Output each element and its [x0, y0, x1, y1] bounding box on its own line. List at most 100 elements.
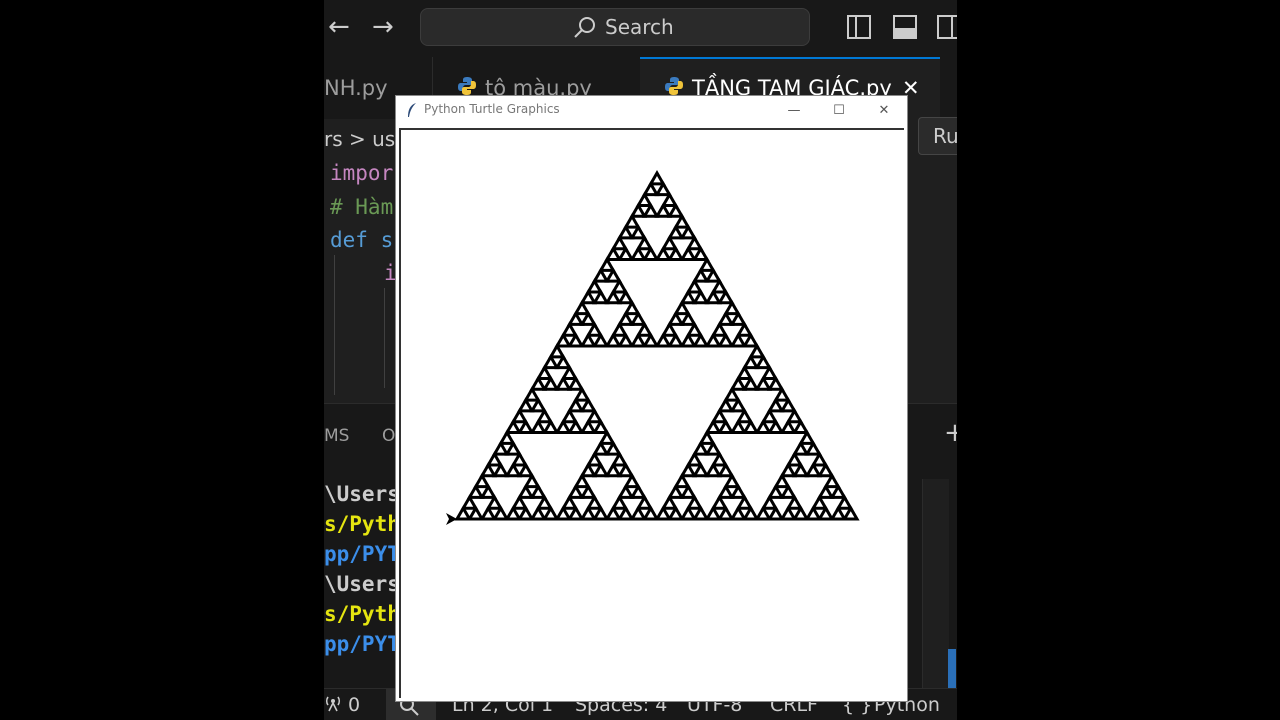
close-button[interactable]: ✕: [861, 98, 907, 124]
fractal-triangle: [566, 418, 585, 434]
fractal-triangle: [560, 364, 579, 380]
turtle-title-bar[interactable]: Python Turtle Graphics — ☐ ✕: [396, 96, 907, 126]
panel-tab-problems[interactable]: MS: [324, 426, 349, 446]
fractal-triangle: [716, 418, 735, 434]
indent-guide: [334, 255, 335, 395]
fractal-triangle: [760, 494, 779, 510]
fractal-triangle: [585, 494, 604, 510]
fractal-triangle: [566, 310, 585, 326]
fractal-triangle: [629, 483, 648, 499]
fractal-triangle: [510, 451, 529, 467]
fractal-triangle: [673, 472, 691, 489]
fractal-triangle: [479, 505, 498, 521]
fractal-triangle: [635, 321, 654, 337]
fractal-triangle: [654, 180, 673, 197]
fractal-triangle: [741, 375, 760, 391]
fractal-triangle: [585, 278, 604, 294]
fractal-triangle: [723, 299, 741, 316]
fractal-triangle: [735, 364, 754, 380]
fractal-triangle: [623, 472, 641, 489]
breadcrumb[interactable]: rs > us: [324, 122, 395, 156]
toggle-panel-icon[interactable]: [892, 14, 918, 40]
fractal-triangle: [516, 461, 535, 478]
fractal-triangle: [654, 332, 673, 348]
fractal-triangle: [616, 245, 635, 261]
fractal-triangle: [504, 440, 523, 456]
fractal-triangle: [523, 386, 541, 402]
maximize-button[interactable]: ☐: [816, 98, 862, 124]
sierpinski-triangle: [446, 170, 860, 525]
fractal-triangle: [641, 180, 660, 197]
fractal-triangle: [785, 494, 804, 510]
fractal-triangle: [516, 505, 535, 521]
fractal-triangle: [835, 494, 854, 510]
fractal-triangle: [791, 505, 810, 521]
fractal-triangle: [810, 451, 829, 467]
fractal-triangle: [529, 418, 548, 434]
fractal-triangle: [779, 505, 798, 521]
code-line-1: impor: [330, 161, 394, 185]
fractal-triangle: [823, 472, 841, 489]
fractal-triangle: [573, 472, 591, 489]
fractal-triangle: [698, 429, 716, 445]
fractal-triangle: [660, 191, 679, 207]
toggle-secondary-sidebar-icon[interactable]: [936, 14, 957, 40]
fractal-triangle: [779, 397, 798, 413]
run-button[interactable]: Ru: [918, 117, 957, 155]
fractal-triangle: [804, 505, 823, 521]
terminal-line: pp/PYT: [324, 542, 400, 566]
arrow-left-icon[interactable]: ←: [328, 12, 350, 42]
panel-tab-output[interactable]: O: [382, 426, 395, 446]
fractal-triangle: [666, 310, 685, 326]
fractal-triangle: [504, 418, 523, 434]
search-label: Search: [605, 15, 674, 39]
fractal-triangle: [766, 505, 785, 521]
fractal-triangle: [704, 288, 723, 305]
ports-status[interactable]: 0: [324, 689, 360, 720]
search-icon: [573, 16, 597, 44]
turtle-graphics-window[interactable]: Python Turtle Graphics — ☐ ✕: [395, 95, 908, 702]
fractal-triangle: [629, 505, 648, 521]
fractal-triangle: [704, 418, 723, 434]
fractal-triangle: [729, 310, 748, 326]
fractal-triangle: [491, 461, 510, 478]
fractal-triangle: [566, 397, 585, 413]
fractal-triangle: [591, 461, 610, 478]
fractal-triangle: [710, 321, 729, 337]
turtle-cursor-icon: [446, 513, 457, 525]
fractal-triangle: [616, 288, 635, 305]
fractal-triangle: [735, 407, 754, 424]
fractal-triangle: [654, 245, 673, 261]
fractal-triangle: [504, 505, 523, 521]
fractal-triangle: [629, 310, 648, 326]
fractal-triangle: [766, 418, 785, 434]
fractal-triangle: [579, 397, 598, 413]
fractal-triangle: [754, 418, 773, 434]
broadcast-icon: [324, 690, 342, 720]
fractal-triangle: [460, 494, 479, 510]
add-terminal-icon[interactable]: +: [944, 418, 957, 448]
fractal-triangle: [591, 418, 610, 434]
fractal-triangle: [729, 397, 748, 413]
terminal-scrollbar[interactable]: [922, 479, 949, 689]
terminal-line: \Users: [324, 482, 400, 506]
fractal-triangle: [741, 353, 760, 370]
fractal-triangle: [704, 461, 723, 478]
command-center-search[interactable]: Search: [420, 8, 810, 46]
fractal-triangle: [735, 494, 754, 510]
terminal-scroll-thumb[interactable]: [948, 649, 956, 689]
fractal-triangle: [616, 483, 635, 499]
turtle-canvas[interactable]: [399, 128, 904, 698]
minimize-button[interactable]: —: [771, 98, 817, 124]
fractal-triangle: [710, 278, 729, 294]
fractal-triangle: [679, 332, 698, 348]
fractal-triangle: [716, 332, 735, 348]
fractal-triangle: [816, 505, 835, 521]
fractal-triangle: [573, 386, 591, 402]
fractal-triangle: [685, 451, 704, 467]
arrow-right-icon[interactable]: →: [372, 12, 394, 42]
feather-icon: [406, 102, 418, 122]
fractal-triangle: [691, 440, 710, 456]
fractal-triangle: [691, 288, 710, 305]
toggle-primary-sidebar-icon[interactable]: [846, 14, 872, 40]
